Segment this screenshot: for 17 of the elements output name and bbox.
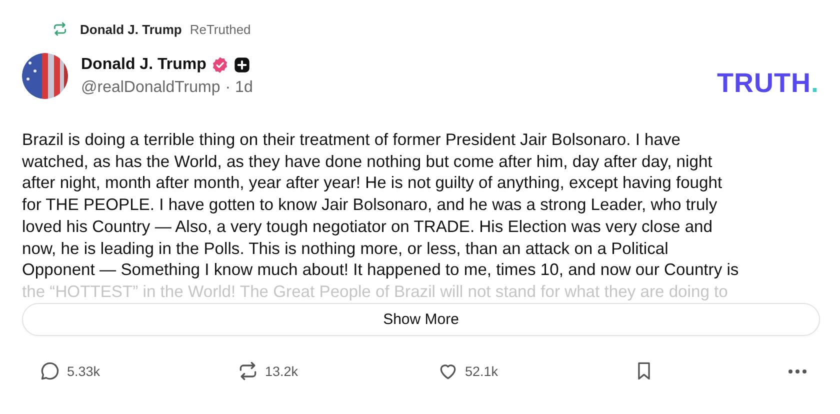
logo: TRUTH. [717, 70, 819, 96]
more-icon [788, 368, 807, 374]
repost-label: ReTruthed [190, 22, 251, 36]
repost-icon [52, 21, 68, 37]
post-text: Brazil is doing a terrible thing on their treatment of former President Jair Bolsonaro. I have watched, as has the World, as they have done nothing but come after him, day after day, night after night, month after month, year after year! He is not guilty of anything, except having fought for THE PEOPLE. I have gotten to know Jair Bolsonaro, and he was a strong Leader, who truly loved his Country — Also, a very tough negotiator on TRADE. His Election was very close and now, he is leading in the Polls. This is nothing more, or less, than an attack on a Political Opponent — Something I know much about! It happened to me, times 10, and now our Country is the “HOTTEST” in the World! The Great People of Brazil will not stand for what they are doing to [22, 129, 740, 303]
show-more-button[interactable]: Show More [22, 303, 820, 336]
post-time: · 1d [225, 78, 253, 96]
reply-count: 5.33k [67, 364, 100, 378]
repost-icon [237, 360, 259, 382]
like-count: 52.1k [465, 364, 498, 378]
reply-icon [39, 360, 61, 382]
plus-icon [234, 56, 250, 72]
author-name[interactable]: Donald J. Trump [81, 56, 206, 74]
reposter-name[interactable]: Donald J. Trump [80, 22, 182, 36]
avatar[interactable] [22, 53, 68, 99]
author-handle[interactable]: @realDonaldTrump [81, 78, 220, 96]
retruth-count: 13.2k [265, 364, 298, 378]
